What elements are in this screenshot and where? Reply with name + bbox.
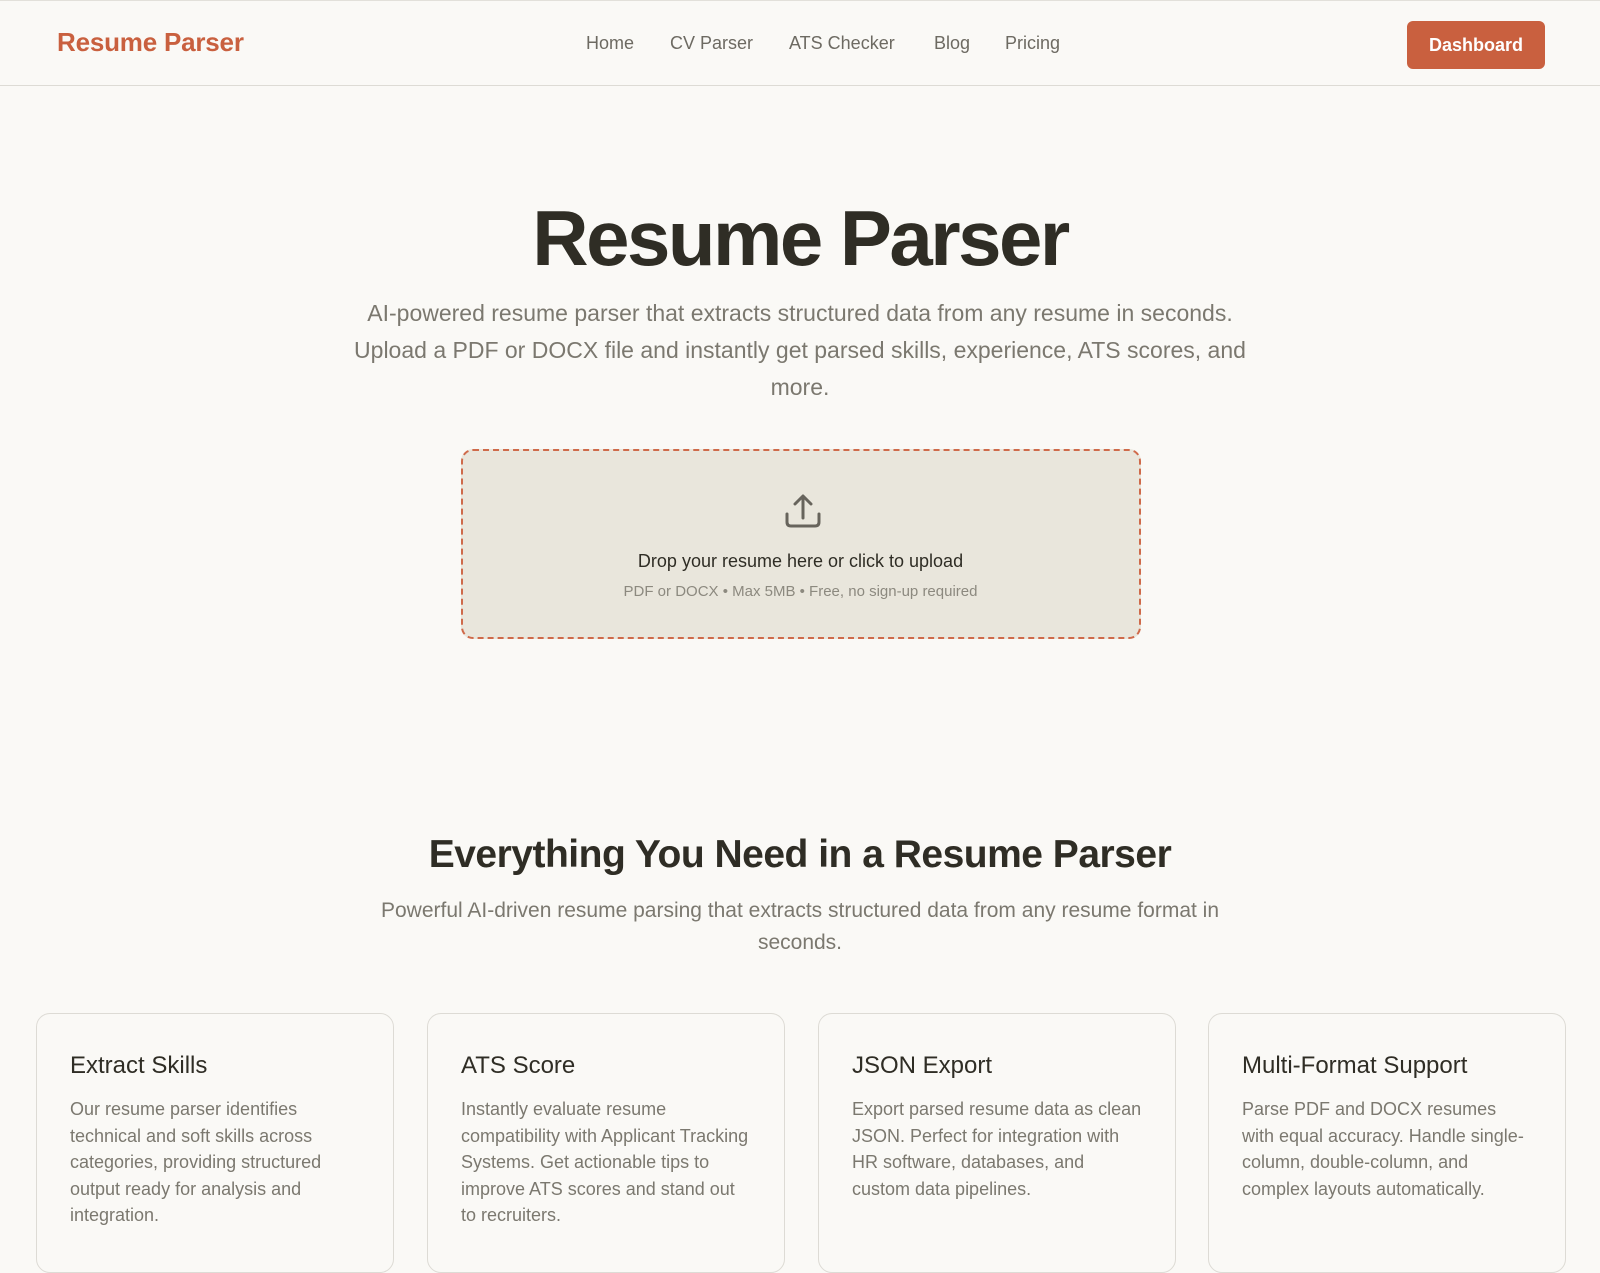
hero-title: Resume Parser	[532, 194, 1070, 282]
feature-card-title: Multi-Format Support	[1242, 1052, 1468, 1079]
nav-link-pricing[interactable]: Pricing	[1005, 33, 1060, 54]
feature-card-ats-score: ATS Score Instantly evaluate resume comp…	[427, 1013, 785, 1273]
feature-card-multi-format: Multi-Format Support Parse PDF and DOCX …	[1208, 1013, 1566, 1273]
feature-card-title: Extract Skills	[70, 1052, 208, 1079]
feature-card-desc: Our resume parser identifies technical a…	[70, 1099, 322, 1225]
feature-card-title: ATS Score	[461, 1052, 576, 1079]
feature-card-title: JSON Export	[852, 1052, 993, 1079]
nav-link-blog[interactable]: Blog	[934, 33, 970, 54]
nav-link-home[interactable]: Home	[586, 33, 634, 54]
main-nav: Home CV Parser ATS Checker Blog Pricing	[0, 33, 1600, 57]
dashboard-button[interactable]: Dashboard	[1407, 21, 1545, 69]
nav-link-ats-checker[interactable]: ATS Checker	[789, 33, 895, 54]
site-header: Resume Parser Home CV Parser ATS Checker…	[0, 0, 1600, 86]
feature-card-json-export: JSON Export Export parsed resume data as…	[818, 1013, 1176, 1273]
upload-title: Drop your resume here or click to upload	[637, 551, 964, 571]
features-subtitle: Powerful AI-driven resume parsing that e…	[380, 899, 1220, 954]
upload-hint: PDF or DOCX • Max 5MB • Free, no sign-up…	[623, 583, 978, 600]
nav-link-cv-parser[interactable]: CV Parser	[670, 33, 753, 54]
hero-subtitle: AI-powered resume parser that extracts s…	[354, 300, 1246, 400]
feature-card-desc: Instantly evaluate resume compatibility …	[461, 1099, 749, 1225]
feature-card-extract-skills: Extract Skills Our resume parser identif…	[36, 1013, 394, 1273]
feature-card-desc: Parse PDF and DOCX resumes with equal ac…	[1242, 1099, 1524, 1199]
features-title: Everything You Need in a Resume Parser	[428, 833, 1172, 876]
feature-card-desc: Export parsed resume data as clean JSON.…	[852, 1099, 1142, 1199]
resume-upload-dropzone[interactable]: Drop your resume here or click to upload…	[461, 449, 1141, 639]
upload-icon	[785, 494, 821, 528]
